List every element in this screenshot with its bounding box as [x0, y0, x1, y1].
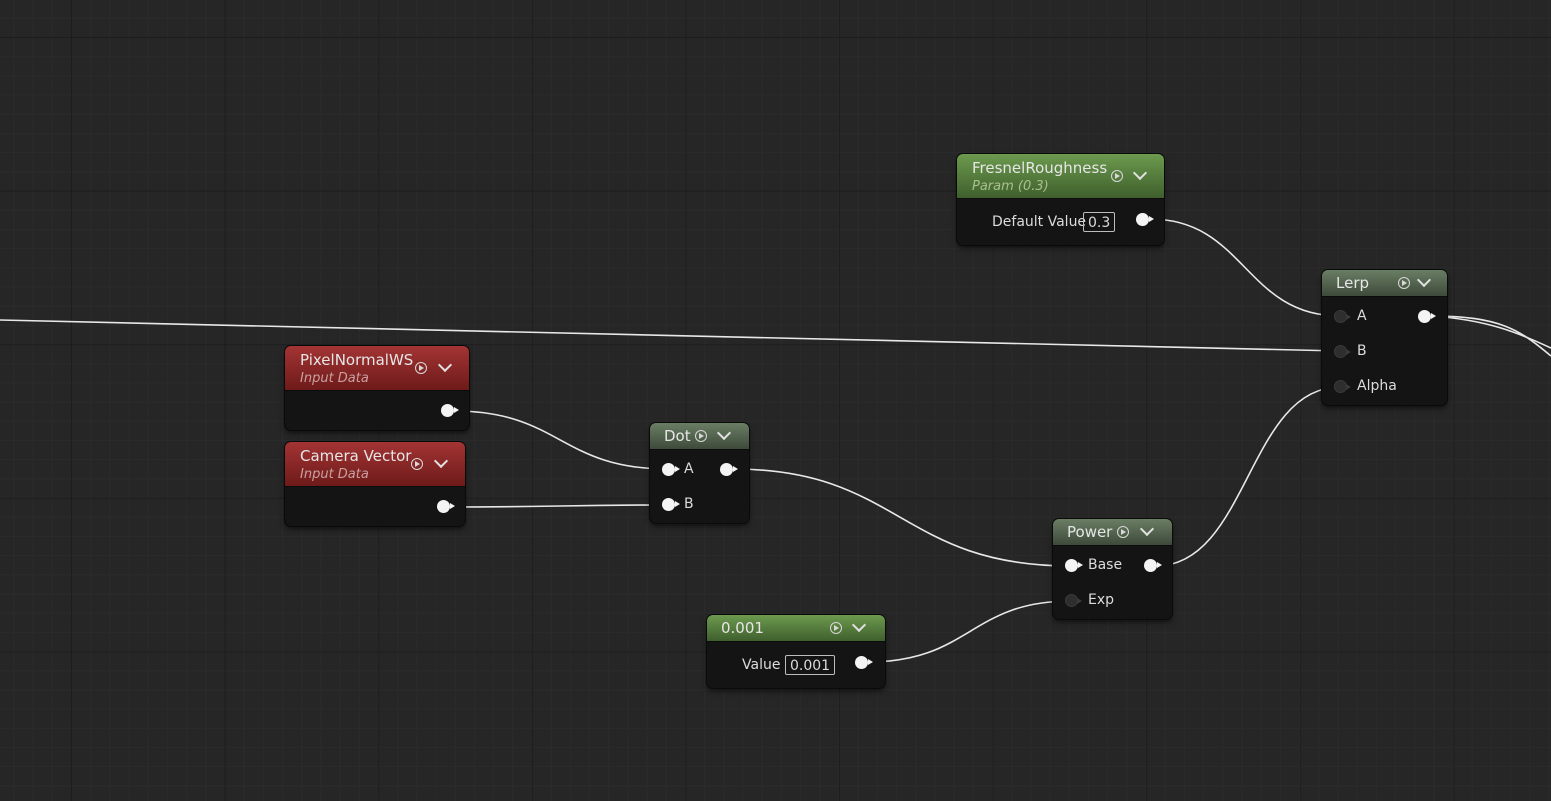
input-pin-exp[interactable] — [1065, 594, 1082, 607]
output-pin[interactable] — [441, 404, 459, 417]
node-subtitle: Input Data — [300, 467, 369, 482]
wire-offscreen-to-lerp-b[interactable] — [0, 319, 1341, 352]
input-pin-base[interactable] — [1065, 559, 1083, 572]
node-title: Lerp — [1336, 274, 1370, 292]
chevron-down-icon[interactable] — [1416, 272, 1432, 288]
input-pin-a[interactable] — [662, 463, 680, 476]
wire-pixelnormal-to-dot-a[interactable] — [453, 410, 669, 470]
chevron-down-icon[interactable] — [433, 453, 449, 469]
chevron-down-icon[interactable] — [437, 357, 453, 373]
default-value-input[interactable]: 0.3 — [1083, 212, 1116, 232]
node-title: 0.001 — [721, 619, 764, 637]
wire-lerp-out-1[interactable] — [1431, 315, 1551, 357]
node-title: FresnelRoughness — [972, 159, 1108, 177]
node-header[interactable]: 0.001 — [707, 615, 885, 642]
node-header[interactable]: FresnelRoughness Param (0.3) — [957, 154, 1164, 199]
play-circle-icon[interactable] — [415, 362, 427, 374]
chevron-down-icon[interactable] — [851, 617, 867, 633]
wire-power-to-lerp-alpha[interactable] — [1155, 386, 1341, 567]
node-title: Dot — [664, 427, 691, 445]
chevron-down-icon[interactable] — [716, 425, 732, 441]
input-pin-b[interactable] — [662, 498, 680, 511]
wire-camera-to-dot-b[interactable] — [449, 504, 669, 508]
pin-label-alpha: Alpha — [1357, 378, 1397, 394]
chevron-down-icon[interactable] — [1132, 165, 1148, 181]
play-circle-icon[interactable] — [411, 458, 423, 470]
pin-label-a: A — [1357, 308, 1367, 324]
node-header[interactable]: PixelNormalWS Input Data — [285, 346, 469, 391]
node-subtitle: Param (0.3) — [972, 179, 1049, 194]
output-pin[interactable] — [855, 656, 873, 669]
pin-label-base: Base — [1088, 557, 1123, 573]
node-header[interactable]: Dot — [650, 423, 749, 450]
wire-dot-to-power-base[interactable] — [732, 468, 1072, 567]
input-pin-alpha[interactable] — [1334, 380, 1351, 393]
output-pin[interactable] — [437, 500, 455, 513]
output-pin[interactable] — [720, 463, 738, 476]
node-header[interactable]: Power — [1053, 519, 1172, 546]
pixel-normal-node[interactable]: PixelNormalWS Input Data — [285, 346, 469, 430]
power-node[interactable]: Power Base Exp — [1053, 519, 1172, 619]
node-title: Camera Vector — [300, 447, 412, 465]
output-pin[interactable] — [1144, 559, 1162, 572]
default-value-label: Default Value — [992, 214, 1087, 230]
chevron-down-icon[interactable] — [1139, 521, 1155, 537]
node-subtitle: Input Data — [300, 371, 369, 386]
pin-label-b: B — [684, 496, 694, 512]
output-pin[interactable] — [1136, 213, 1154, 226]
pin-label-b: B — [1357, 343, 1367, 359]
play-circle-icon[interactable] — [695, 430, 707, 442]
node-title: PixelNormalWS — [300, 351, 414, 369]
pin-label-a: A — [684, 461, 694, 477]
fresnel-roughness-node[interactable]: FresnelRoughness Param (0.3) Default Val… — [957, 154, 1164, 245]
play-circle-icon[interactable] — [830, 622, 842, 634]
pin-label-exp: Exp — [1088, 592, 1115, 608]
wire-lerp-out-2[interactable] — [1431, 315, 1551, 349]
lerp-node[interactable]: Lerp A B Alpha — [1322, 270, 1447, 405]
value-label: Value — [742, 657, 781, 673]
play-circle-icon[interactable] — [1117, 526, 1129, 538]
value-input[interactable]: 0.001 — [785, 655, 836, 675]
wire-fresnel-to-lerp-a[interactable] — [1149, 218, 1341, 317]
play-circle-icon[interactable] — [1111, 170, 1123, 182]
dot-node[interactable]: Dot A B — [650, 423, 749, 523]
node-header[interactable]: Camera Vector Input Data — [285, 442, 465, 487]
constant-node[interactable]: 0.001 Value 0.001 — [707, 615, 885, 688]
input-pin-a[interactable] — [1334, 310, 1351, 323]
input-pin-b[interactable] — [1334, 345, 1351, 358]
node-title: Power — [1067, 523, 1113, 541]
wire-constant-to-power-exp[interactable] — [867, 600, 1072, 663]
camera-vector-node[interactable]: Camera Vector Input Data — [285, 442, 465, 526]
node-header[interactable]: Lerp — [1322, 270, 1447, 297]
play-circle-icon[interactable] — [1398, 277, 1410, 289]
output-pin[interactable] — [1418, 310, 1436, 323]
